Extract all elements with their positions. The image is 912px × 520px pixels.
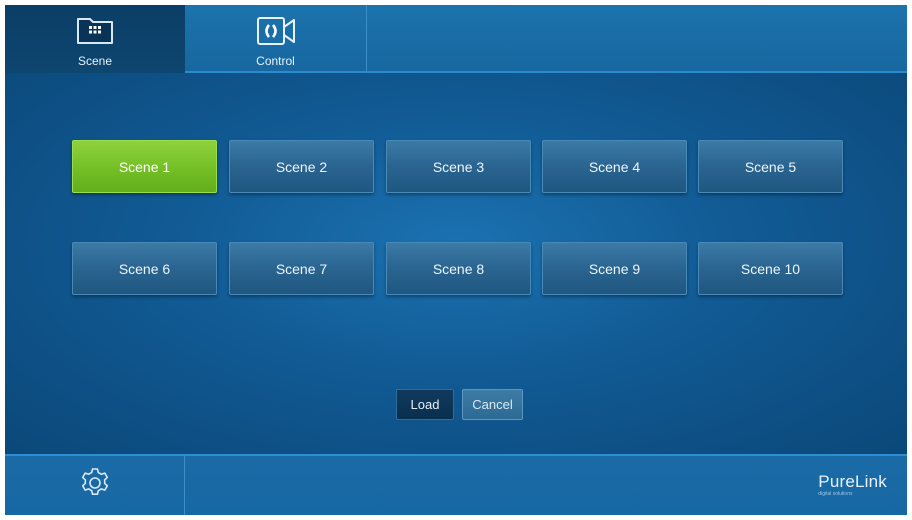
scene-button-3[interactable]: Scene 3 [386, 140, 531, 193]
gear-icon [78, 466, 112, 505]
scene-panel: Scene 1 Scene 2 Scene 3 Scene 4 Scene 5 Scene… [5, 73, 907, 454]
tab-control[interactable]: Control [185, 5, 367, 73]
load-button[interactable]: Load [396, 389, 454, 420]
scene-folder-icon [75, 15, 115, 48]
top-tab-bar: Scene Control [5, 5, 907, 73]
scene-button-6[interactable]: Scene 6 [72, 242, 217, 295]
scene-button-9[interactable]: Scene 9 [542, 242, 687, 295]
brand-logo: PureLink digital solutions [818, 472, 887, 497]
app-frame: Scene Control Scene 1 Scene 2 Scene 3 Scene… [5, 5, 907, 515]
scene-button-2[interactable]: Scene 2 [229, 140, 374, 193]
camera-control-icon [254, 15, 298, 50]
scene-button-8[interactable]: Scene 8 [386, 242, 531, 295]
tab-scene[interactable]: Scene [5, 5, 185, 73]
tab-scene-label: Scene [77, 54, 113, 68]
bottom-bar: PureLink digital solutions [5, 454, 907, 515]
settings-button[interactable] [5, 456, 185, 515]
scene-button-7[interactable]: Scene 7 [229, 242, 374, 295]
tab-control-label: Control [256, 54, 295, 68]
cancel-button[interactable]: Cancel [462, 389, 523, 420]
scene-button-5[interactable]: Scene 5 [698, 140, 843, 193]
brand-name: PureLink [818, 472, 887, 491]
scene-button-10[interactable]: Scene 10 [698, 242, 843, 295]
scene-button-1[interactable]: Scene 1 [72, 140, 217, 193]
scene-button-4[interactable]: Scene 4 [542, 140, 687, 193]
